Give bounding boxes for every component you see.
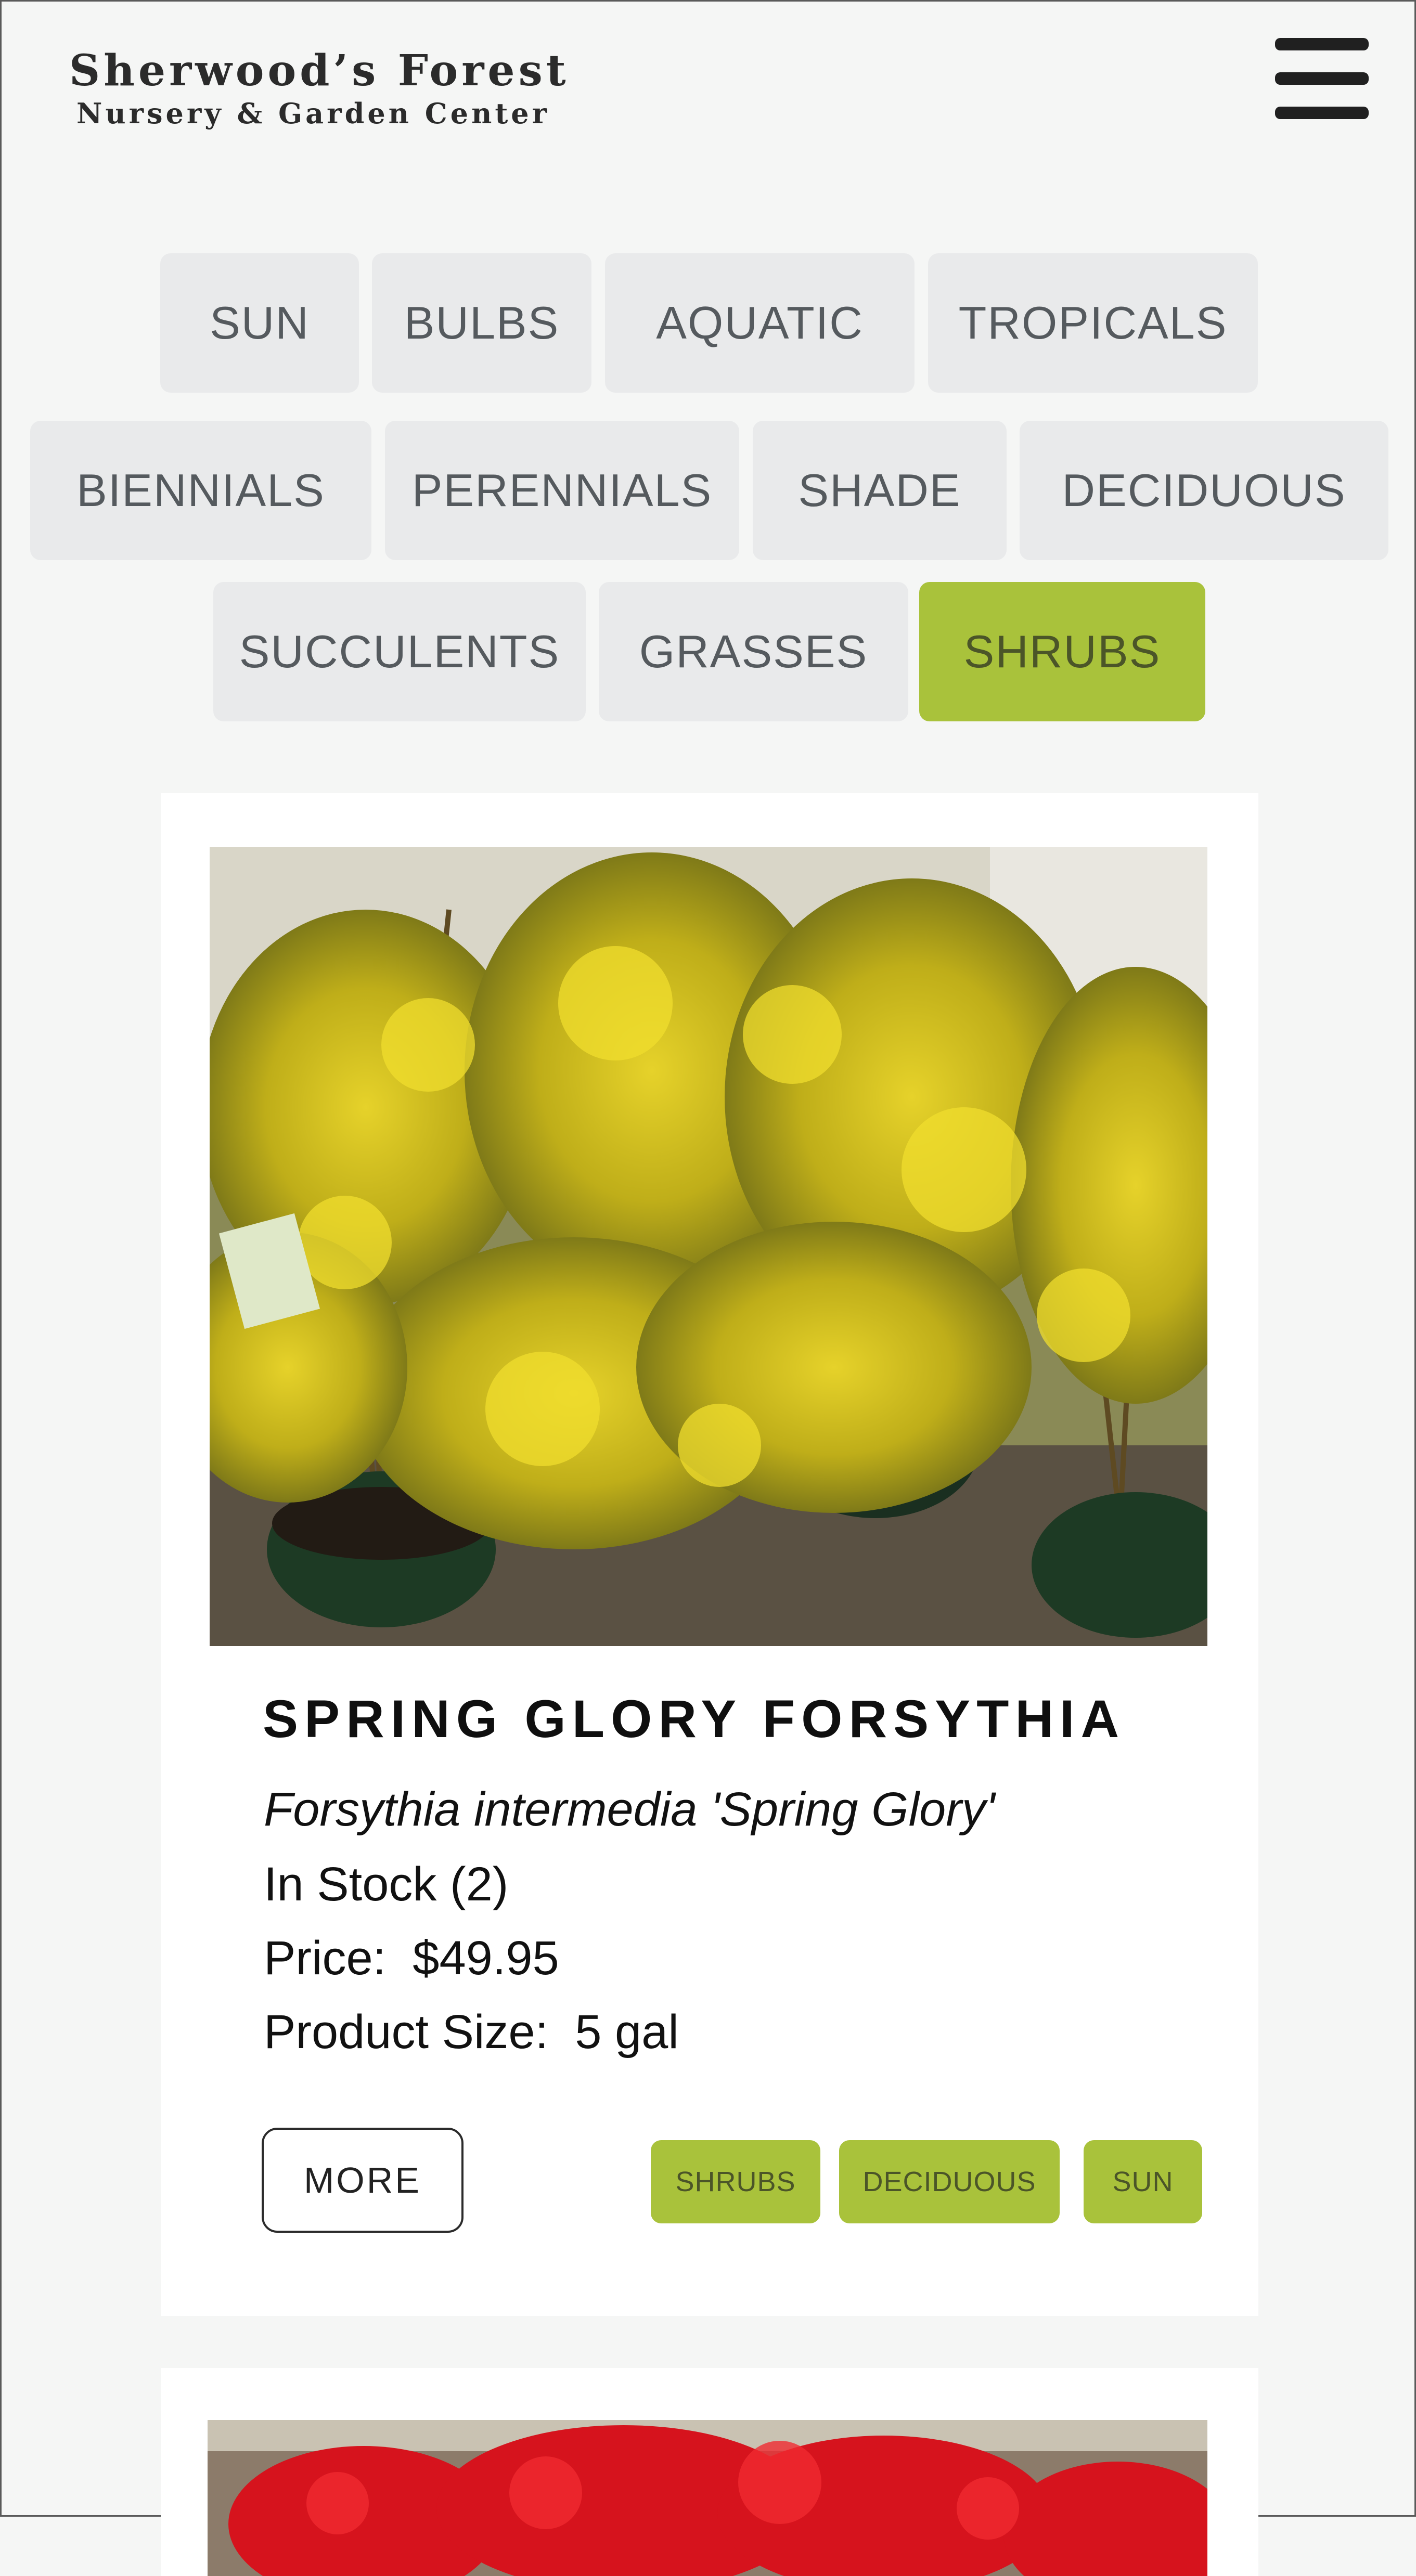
product-price: Price: $49.95 — [264, 1932, 559, 1985]
category-sun[interactable]: SUN — [160, 253, 359, 393]
hamburger-menu-icon[interactable] — [1275, 38, 1369, 119]
tag-shrubs[interactable]: SHRUBS — [651, 2140, 820, 2223]
brand-title: Sherwood’s Forest — [69, 46, 570, 96]
category-aquatic[interactable]: AQUATIC — [605, 253, 915, 393]
product-name: SPRING GLORY FORSYTHIA — [263, 1689, 1126, 1749]
category-bulbs[interactable]: BULBS — [372, 253, 591, 393]
category-shrubs-active[interactable]: SHRUBS — [919, 582, 1205, 721]
product-latin-name: Forsythia intermedia 'Spring Glory' — [264, 1783, 995, 1836]
product-card-next — [161, 2368, 1258, 2576]
category-deciduous[interactable]: DECIDUOUS — [1020, 421, 1388, 560]
category-biennials[interactable]: BIENNIALS — [30, 421, 371, 560]
stock-status: In Stock (2) — [264, 1858, 509, 1911]
category-tropicals[interactable]: TROPICALS — [928, 253, 1258, 393]
tag-deciduous[interactable]: DECIDUOUS — [839, 2140, 1060, 2223]
tag-sun[interactable]: SUN — [1084, 2140, 1202, 2223]
product-photo-next[interactable] — [208, 2420, 1207, 2576]
category-grasses[interactable]: GRASSES — [599, 582, 908, 721]
category-perennials[interactable]: PERENNIALS — [385, 421, 739, 560]
product-card: SPRING GLORY FORSYTHIA Forsythia interme… — [161, 793, 1258, 2316]
product-size: Product Size: 5 gal — [264, 2005, 679, 2059]
brand-subtitle: Nursery & Garden Center — [76, 97, 550, 130]
brand-logo[interactable]: Sherwood’s Forest Nursery & Garden Cente… — [69, 49, 570, 127]
category-shade[interactable]: SHADE — [753, 421, 1007, 560]
category-succulents[interactable]: SUCCULENTS — [213, 582, 586, 721]
product-photo[interactable] — [210, 847, 1207, 1646]
more-button[interactable]: MORE — [262, 2128, 464, 2233]
